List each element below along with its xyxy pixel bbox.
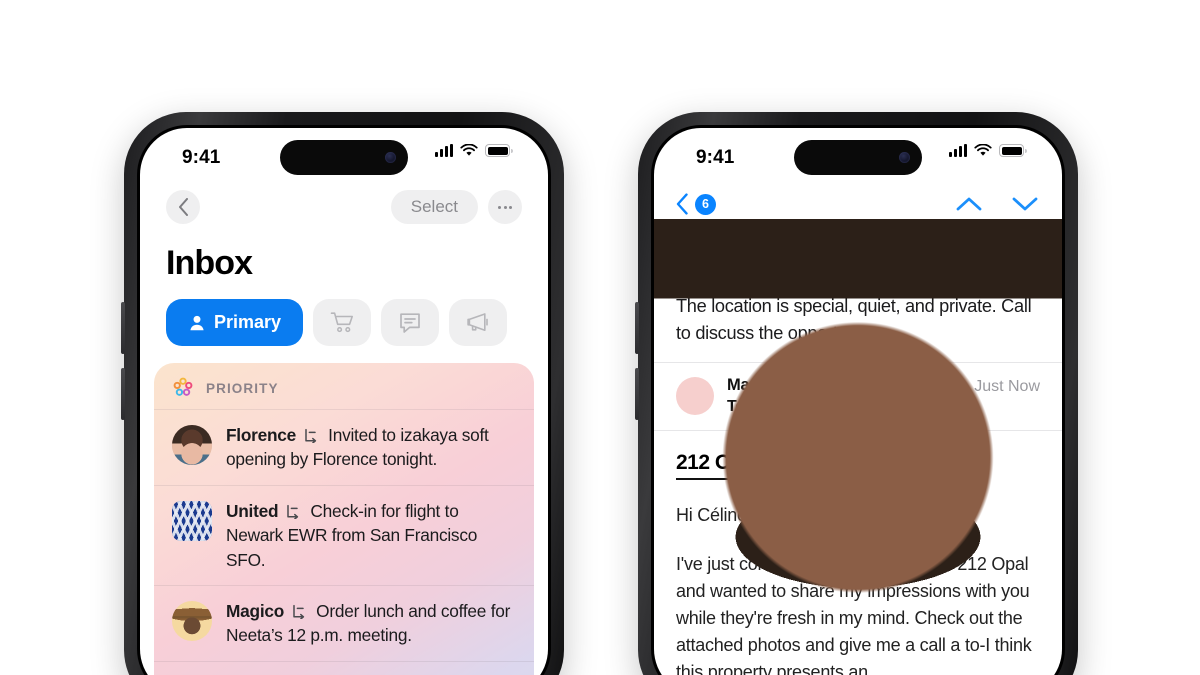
left-nav-bar: Select: [140, 180, 548, 230]
right-phone-screen: 9:41: [654, 128, 1062, 675]
person-icon: [190, 315, 204, 330]
tab-primary-label: Primary: [214, 312, 282, 332]
mail-preview: Magico Order lunch and coffee for Neeta’…: [226, 599, 518, 648]
megaphone-icon: [466, 313, 488, 331]
tab-primary[interactable]: Primary: [166, 299, 304, 346]
right-phone-bezel: 9:41: [651, 125, 1065, 675]
priority-card: PRIORITY Florence Invited to izakaya sof…: [154, 363, 534, 675]
tab-transactions[interactable]: [313, 299, 372, 346]
mail-sender: Magico: [226, 600, 285, 621]
tab-updates[interactable]: [381, 299, 440, 346]
select-button[interactable]: Select: [390, 190, 478, 224]
priority-header: PRIORITY: [154, 363, 534, 409]
wifi-icon: [460, 144, 478, 156]
forwarded-icon: [304, 428, 316, 443]
left-phone-device: 9:41 Select Inbox Primary PRIORITY Flore…: [121, 112, 564, 675]
right-phone-volume-up: [635, 302, 639, 354]
priority-label: PRIORITY: [206, 380, 279, 396]
mailbox-tabs: Primary: [140, 283, 548, 346]
tab-promotions[interactable]: [449, 299, 508, 346]
table-row[interactable]: Florence Invited to izakaya soft opening…: [154, 409, 534, 485]
mail-sender: Florence: [226, 425, 297, 445]
table-row[interactable]: Katie Contract for Michael Robinson’s bo…: [154, 660, 534, 675]
battery-icon: [485, 144, 513, 157]
front-camera-icon: [385, 152, 396, 163]
chevron-left-icon: [178, 198, 188, 216]
dynamic-island: [280, 140, 408, 175]
chat-bubble-icon: [400, 312, 420, 333]
left-phone-screen: 9:41 Select Inbox Primary PRIORITY Flore…: [140, 128, 548, 675]
priority-sparkle-icon: [173, 377, 193, 396]
page-title: Inbox: [166, 244, 253, 282]
forwarded-icon: [287, 504, 298, 519]
cellular-bars-icon: [435, 144, 453, 157]
left-phone-volume-buttons: [121, 302, 125, 354]
shopping-cart-icon: [330, 312, 353, 333]
back-button[interactable]: [166, 190, 200, 224]
mail-sender: United: [226, 500, 279, 521]
more-options-button[interactable]: [488, 190, 522, 224]
left-phone-volume-down: [121, 368, 125, 420]
status-indicators: [435, 144, 513, 157]
avatar: [172, 425, 212, 465]
avatar: [172, 500, 212, 541]
mail-preview: United Check-in for flight to Newark EWR…: [226, 499, 518, 572]
screenshot-canvas: 9:41 Select Inbox Primary PRIORITY Flore…: [0, 0, 1200, 675]
table-row[interactable]: Magico Order lunch and coffee for Neeta’…: [154, 584, 534, 661]
avatar: [172, 600, 212, 641]
table-row[interactable]: United Check-in for flight to Newark EWR…: [154, 484, 534, 585]
left-phone-bezel: 9:41 Select Inbox Primary PRIORITY Flore…: [137, 125, 551, 675]
right-phone-volume-down: [635, 368, 639, 420]
right-phone-device: 9:41: [635, 112, 1078, 675]
status-time: 9:41: [182, 147, 221, 168]
left-status-bar: 9:41: [140, 128, 548, 180]
ellipsis-icon: [498, 205, 512, 209]
mail-preview: Florence Invited to izakaya soft opening…: [226, 423, 518, 472]
avatar: [676, 377, 714, 416]
message-header[interactable]: Markus Berget To: Céline Mélard, Amy Byr…: [654, 363, 1062, 430]
forwarded-icon: [292, 604, 304, 619]
